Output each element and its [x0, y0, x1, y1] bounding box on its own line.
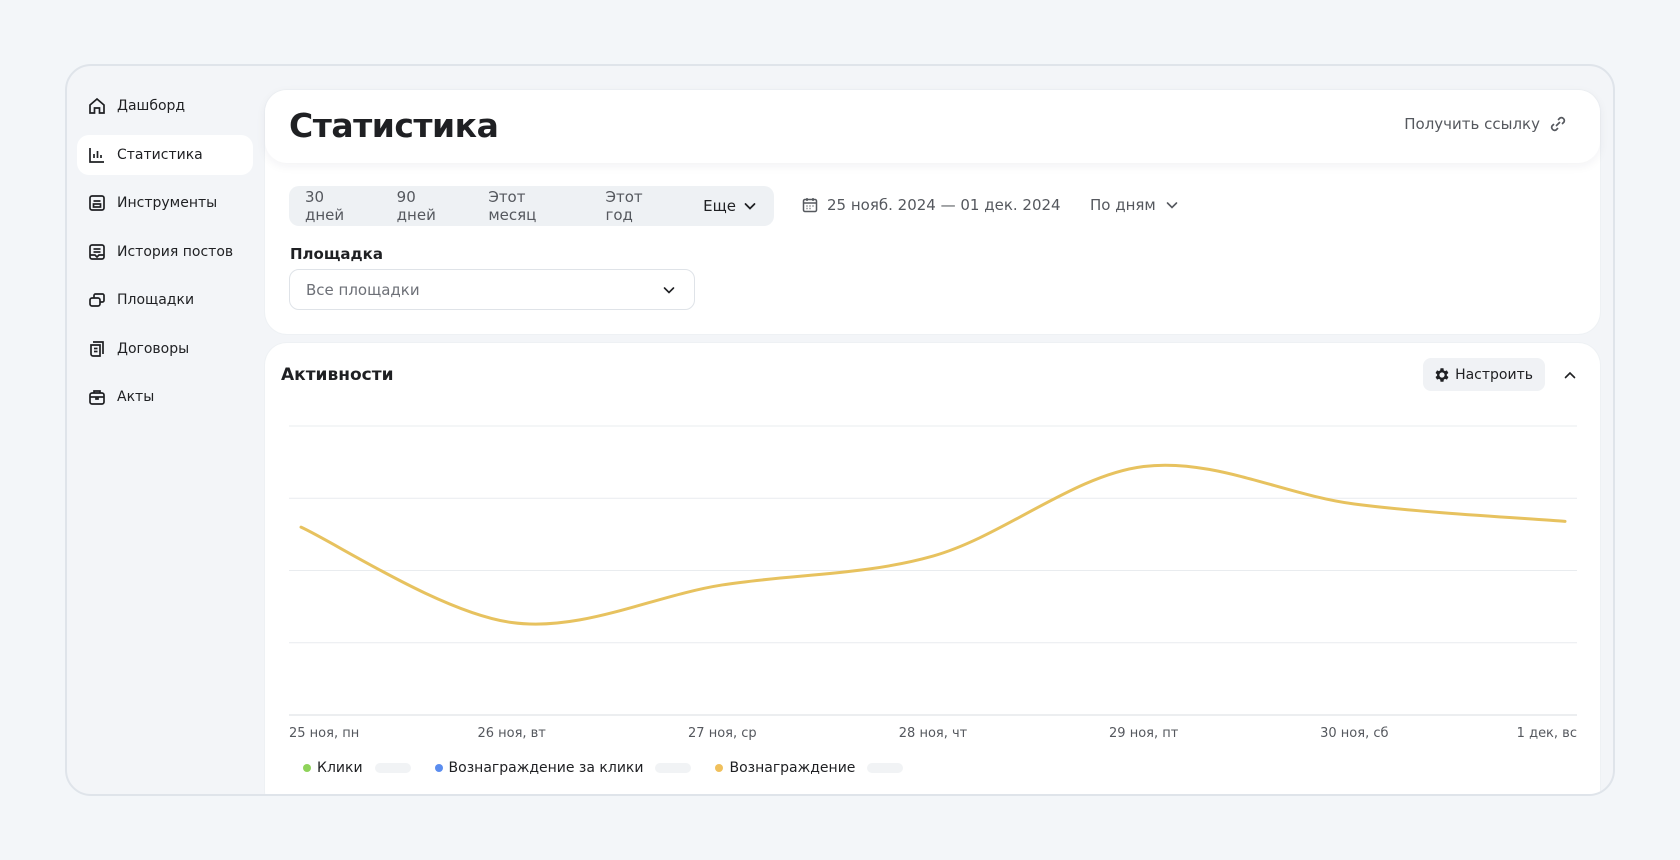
title-bar: Статистика Получить ссылку	[265, 90, 1600, 163]
period-selector: 30 дней 90 дней Этот месяц Этот год Еще	[289, 186, 774, 226]
platform-select-value: Все площадки	[306, 280, 420, 299]
chevron-up-icon	[1564, 371, 1576, 379]
collapse-button[interactable]	[1560, 365, 1580, 385]
x-tick-label: 25 ноя, пн	[289, 726, 359, 741]
activity-card: 25 ноя, пн 26 ноя, вт 27 ноя, ср 28 ноя, чт…	[265, 343, 1600, 794]
legend-label: Вознаграждение	[729, 760, 856, 776]
legend-dot	[434, 764, 443, 772]
home-icon	[87, 96, 107, 116]
x-tick-label: 26 ноя, вт	[477, 726, 546, 741]
chevron-down-icon	[1166, 202, 1178, 209]
sidebar-item-posts-history[interactable]: История постов	[77, 232, 253, 272]
chart-svg: 25 ноя, пн 26 ноя, вт 27 ноя, ср 28 ноя, чт…	[289, 425, 1577, 741]
calendar-icon	[802, 198, 818, 213]
legend-dot	[303, 764, 311, 772]
sidebar-item-label: Договоры	[117, 340, 190, 357]
gear-icon	[1435, 367, 1449, 382]
legend-value-placeholder	[655, 763, 692, 773]
sidebar-item-label: Инструменты	[117, 195, 218, 211]
x-tick-label: 1 дек, вс	[1517, 726, 1577, 741]
activity-chart: 25 ноя, пн 26 ноя, вт 27 ноя, ср 28 ноя, чт…	[265, 343, 1600, 794]
get-link-label: Получить ссылку	[1404, 115, 1540, 133]
contract-icon	[87, 339, 107, 359]
sidebar-item-label: Статистика	[117, 146, 203, 163]
date-range-label: 25 нояб. 2024 — 01 дек. 2024	[827, 196, 1061, 214]
x-tick-label: 27 ноя, ср	[688, 726, 757, 741]
main-content: Статистика Получить ссылку 30 дней 90 дн…	[265, 90, 1600, 794]
sidebar-item-dashboard[interactable]: Дашборд	[77, 86, 253, 126]
period-this-year[interactable]: Этот год	[590, 186, 688, 226]
sidebar-item-label: Дашборд	[117, 98, 186, 114]
period-30-days[interactable]: 30 дней	[289, 186, 381, 226]
sidebar-item-contracts[interactable]: Договоры	[77, 329, 253, 369]
sidebar-item-label: Площадки	[117, 292, 195, 308]
period-90-days[interactable]: 90 дней	[381, 186, 473, 226]
series-line-reward	[299, 463, 1567, 626]
chart-legend: Клики Вознаграждение за клики Вознагражд…	[303, 760, 927, 776]
legend-dot	[715, 764, 724, 772]
platform-label: Площадка	[290, 245, 383, 263]
sidebar-item-label: История постов	[117, 243, 234, 260]
grouping-dropdown[interactable]: По дням	[1090, 196, 1180, 214]
sidebar: Дашборд Статистика Инструменты История п…	[77, 86, 253, 426]
x-tick-label: 28 ноя, чт	[899, 726, 968, 741]
legend-label: Вознаграждение за клики	[448, 760, 644, 776]
sidebar-item-label: Акты	[117, 389, 155, 405]
configure-label: Настроить	[1455, 366, 1533, 383]
posts-history-icon	[87, 242, 107, 262]
x-tick-label: 30 ноя, сб	[1320, 726, 1388, 741]
legend-item-click-reward[interactable]: Вознаграждение за клики	[434, 760, 692, 776]
x-tick-label: 29 ноя, пт	[1109, 726, 1179, 741]
tools-icon	[87, 193, 107, 213]
configure-button[interactable]: Настроить	[1423, 358, 1545, 391]
sidebar-item-statistics[interactable]: Статистика	[77, 134, 253, 175]
sidebar-item-platforms[interactable]: Площадки	[77, 280, 253, 320]
page-title: Статистика	[289, 106, 499, 145]
legend-value-placeholder	[867, 763, 904, 773]
chevron-down-icon	[663, 286, 675, 294]
legend-item-reward[interactable]: Вознаграждение	[715, 760, 904, 776]
link-icon	[1550, 116, 1566, 132]
activity-title: Активности	[281, 365, 394, 385]
acts-icon	[87, 387, 107, 407]
sidebar-item-acts[interactable]: Акты	[77, 377, 253, 417]
period-more-dropdown[interactable]: Еще	[687, 186, 774, 226]
platform-select[interactable]: Все площадки	[289, 269, 695, 310]
legend-value-placeholder	[374, 763, 411, 773]
period-this-month[interactable]: Этот месяц	[472, 186, 589, 226]
platforms-icon	[87, 290, 107, 310]
legend-label: Клики	[317, 760, 363, 776]
app-window: Дашборд Статистика Инструменты История п…	[65, 64, 1615, 796]
filters-card: Статистика Получить ссылку 30 дней 90 дн…	[265, 90, 1600, 334]
legend-item-clicks[interactable]: Клики	[303, 760, 411, 776]
bar-chart-icon	[87, 145, 107, 165]
sidebar-item-tools[interactable]: Инструменты	[77, 183, 253, 223]
period-more-label: Еще	[703, 197, 736, 215]
grouping-label: По дням	[1090, 196, 1156, 214]
get-link-button[interactable]: Получить ссылку	[1404, 114, 1568, 134]
date-range-picker[interactable]: 25 нояб. 2024 — 01 дек. 2024	[801, 196, 1061, 214]
chevron-down-icon	[744, 203, 756, 210]
